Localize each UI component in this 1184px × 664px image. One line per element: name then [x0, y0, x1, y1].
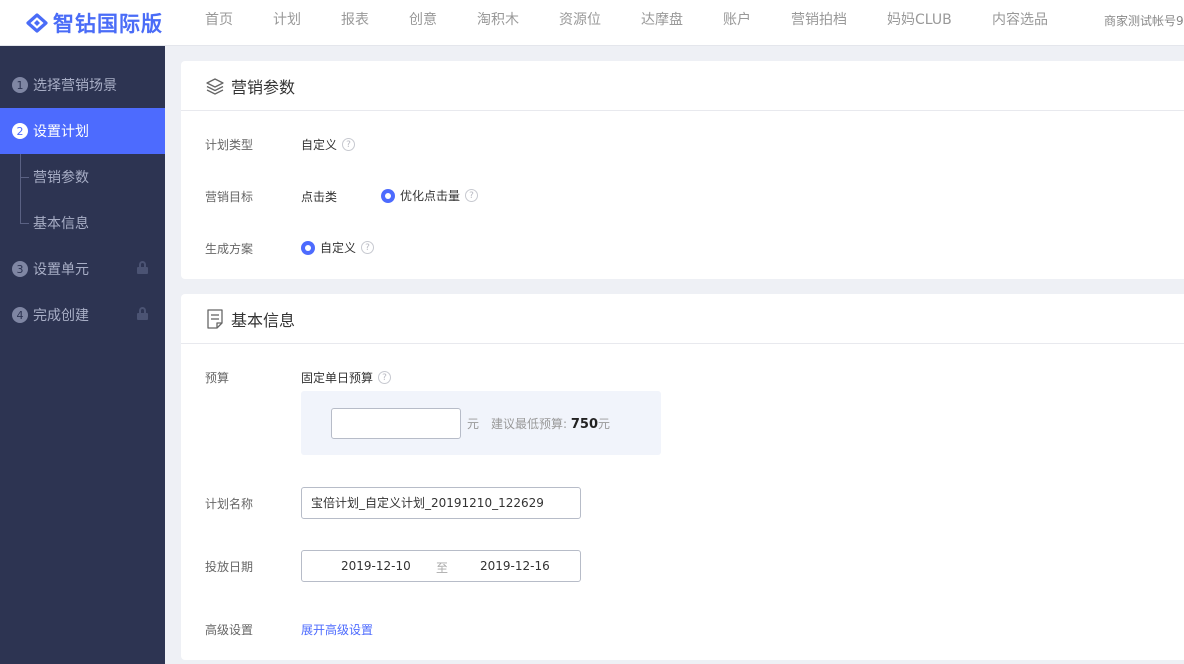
budget-box: 元 建议最低预算: 750元: [301, 391, 661, 455]
nav-account[interactable]: 账户: [723, 0, 751, 45]
goal-value: 优化点击量: [400, 189, 461, 203]
panel-header: 营销参数: [181, 61, 1184, 111]
nav-content-select[interactable]: 内容选品: [992, 0, 1048, 45]
budget-type-text: 固定单日预算: [301, 371, 374, 385]
panel-header: 基本信息: [181, 294, 1184, 344]
step-number: 3: [12, 261, 28, 277]
document-icon: [207, 308, 223, 329]
layers-icon: [206, 77, 224, 95]
goal-radio-option[interactable]: 优化点击量 ?: [381, 187, 479, 204]
date-start[interactable]: 2019-12-10: [341, 559, 411, 573]
step-number: 2: [12, 123, 28, 139]
scheme-label: 生成方案: [205, 242, 254, 256]
plan-type-value: 自定义 ?: [301, 136, 356, 153]
nav-damopan[interactable]: 达摩盘: [641, 0, 683, 45]
help-icon[interactable]: ?: [342, 138, 356, 151]
plan-name-label: 计划名称: [205, 497, 254, 511]
top-nav-bar: 智钻国际版 首页 计划 报表 创意 淘积木 资源位 达摩盘 账户 营销拍档 妈妈…: [0, 0, 1184, 46]
budget-input[interactable]: [331, 408, 461, 439]
radio-selected-icon[interactable]: [301, 240, 315, 255]
plan-type-text: 自定义: [301, 138, 338, 152]
diamond-logo-icon: [26, 12, 48, 33]
budget-hint: 建议最低预算: 750元: [491, 415, 610, 432]
step-set-plan[interactable]: 2 设置计划: [0, 108, 165, 154]
nav-report[interactable]: 报表: [341, 0, 369, 45]
nav-mama-club[interactable]: 妈妈CLUB: [887, 0, 952, 45]
step-label: 设置计划: [33, 124, 89, 140]
budget-unit: 元: [467, 417, 480, 431]
account-name[interactable]: 商家测试帐号9: [1104, 0, 1184, 45]
step-select-scene[interactable]: 1 选择营销场景: [0, 62, 165, 108]
budget-type: 固定单日预算 ?: [301, 369, 392, 386]
budget-min-unit: 元: [598, 417, 611, 431]
nav-plan[interactable]: 计划: [273, 0, 301, 45]
goal-category: 点击类: [301, 190, 338, 204]
lock-icon: [137, 261, 148, 274]
logo[interactable]: 智钻国际版: [0, 0, 190, 45]
step-number: 4: [12, 307, 28, 323]
expand-advanced-link[interactable]: 展开高级设置: [301, 621, 373, 638]
budget-min-value: 750: [570, 417, 599, 432]
plan-type-label: 计划类型: [205, 138, 254, 152]
goal-label: 营销目标: [205, 190, 254, 204]
lock-icon: [137, 307, 148, 320]
date-end[interactable]: 2019-12-16: [480, 559, 550, 573]
step-number: 1: [12, 77, 28, 93]
nav-home[interactable]: 首页: [205, 0, 233, 45]
step-complete[interactable]: 4 完成创建: [0, 292, 165, 338]
substep-basic-info[interactable]: 基本信息: [0, 200, 165, 246]
scheme-radio-option[interactable]: 自定义 ?: [301, 239, 375, 256]
step-sidebar: 1 选择营销场景 2 设置计划 营销参数 基本信息 3 设置单元 4 完成创建: [0, 46, 165, 664]
scheme-value: 自定义: [320, 241, 357, 255]
advanced-label: 高级设置: [205, 623, 254, 637]
marketing-params-panel: 营销参数 计划类型 自定义 ? 营销目标 点击类 优化点击量 ? 生成方案 自定…: [181, 61, 1184, 279]
step-label: 完成创建: [33, 308, 89, 324]
logo-text: 智钻国际版: [53, 11, 163, 36]
nav-creative[interactable]: 创意: [409, 0, 437, 45]
date-range-picker[interactable]: 2019-12-10 至 2019-12-16: [301, 550, 581, 582]
budget-hint-prefix: 建议最低预算:: [491, 417, 568, 431]
nav-resource[interactable]: 资源位: [559, 0, 601, 45]
substep-marketing-params[interactable]: 营销参数: [0, 154, 165, 200]
help-icon[interactable]: ?: [378, 371, 392, 384]
radio-selected-icon[interactable]: [381, 188, 395, 203]
help-icon[interactable]: ?: [465, 189, 479, 202]
help-icon[interactable]: ?: [361, 241, 375, 254]
nav-taojimu[interactable]: 淘积木: [477, 0, 519, 45]
date-separator: 至: [436, 561, 449, 575]
step-label: 选择营销场景: [33, 78, 117, 94]
date-label: 投放日期: [205, 560, 254, 574]
panel-title: 营销参数: [231, 77, 296, 97]
basic-info-panel: 基本信息 预算 固定单日预算 ? 元 建议最低预算: 750元 计划名称 宝倍计…: [181, 294, 1184, 660]
budget-label: 预算: [205, 371, 230, 385]
step-label: 设置单元: [33, 262, 89, 278]
panel-title: 基本信息: [231, 310, 296, 330]
nav-marketing-partner[interactable]: 营销拍档: [791, 0, 847, 45]
plan-name-input[interactable]: 宝倍计划_自定义计划_20191210_122629: [301, 487, 581, 519]
step-set-unit[interactable]: 3 设置单元: [0, 246, 165, 292]
